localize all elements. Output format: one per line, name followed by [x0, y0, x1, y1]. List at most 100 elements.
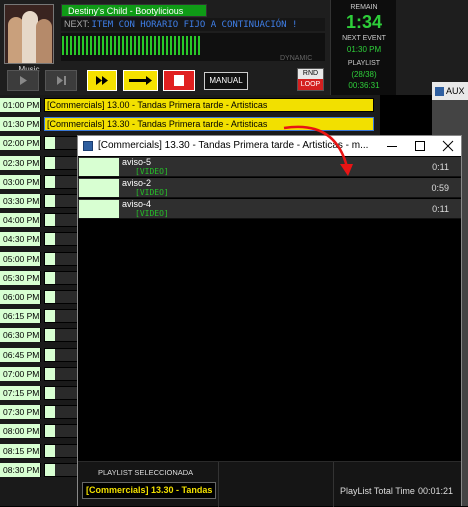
- schedule-time: 06:15 PM: [0, 309, 41, 324]
- next-item-line: NEXT: ITEM CON HORARIO FIJO A CONTINUACIÓ…: [61, 18, 325, 31]
- schedule-event[interactable]: [Commercials] 13.00 - Tandas Primera tar…: [44, 98, 374, 112]
- top-panel: Music Destiny's Child - Bootylicious NEX…: [0, 0, 468, 95]
- maximize-button[interactable]: [406, 136, 434, 156]
- event-marker: [45, 271, 55, 284]
- item-type: [VIDEO]: [135, 167, 169, 176]
- aux-tab[interactable]: AUX: [432, 82, 468, 100]
- event-marker: [45, 137, 55, 150]
- loop-label: LOOP: [298, 79, 323, 90]
- event-marker: [45, 156, 55, 169]
- stop-button[interactable]: [163, 70, 195, 91]
- vu-meter-bars: [62, 36, 202, 55]
- next-label: NEXT:: [64, 19, 90, 29]
- schedule-time: 01:00 PM: [0, 98, 41, 112]
- window-titlebar[interactable]: [Commercials] 13.30 - Tandas Primera tar…: [78, 136, 461, 156]
- schedule-time: 06:00 PM: [0, 290, 41, 304]
- event-marker: [45, 387, 55, 399]
- fade-arrow-icon: [129, 76, 152, 85]
- next-event-label: NEXT EVENT: [342, 35, 386, 42]
- item-thumbnail: [79, 179, 119, 197]
- remain-label: REMAIN: [350, 4, 378, 11]
- film-icon: [83, 141, 93, 151]
- manual-mode-button[interactable]: MANUAL: [204, 72, 248, 90]
- item-duration: 0:11: [432, 162, 449, 172]
- minimize-icon: [387, 146, 397, 147]
- schedule-time: 04:30 PM: [0, 232, 41, 247]
- playlist-selected-label: PLAYLIST SELECCIONADA: [98, 468, 194, 477]
- schedule-time: 01:30 PM: [0, 117, 41, 132]
- divider: [333, 462, 334, 507]
- schedule-time: 08:15 PM: [0, 443, 41, 458]
- aux-panel: [432, 100, 468, 135]
- divider: [218, 462, 219, 507]
- schedule-time: 05:00 PM: [0, 251, 41, 266]
- play-button[interactable]: [7, 70, 39, 91]
- remain-time: 1:34: [345, 12, 383, 32]
- event-marker: [45, 367, 55, 380]
- event-marker: [45, 406, 55, 419]
- schedule-time: 03:30 PM: [0, 194, 41, 208]
- playlist-item[interactable]: aviso-4 [VIDEO] 0:11: [78, 199, 461, 219]
- event-marker: [45, 233, 55, 246]
- next-event-time: 01:30 PM: [346, 45, 382, 54]
- item-name: aviso-5: [122, 157, 152, 167]
- schedule-time: 07:30 PM: [0, 405, 41, 420]
- playlist-item[interactable]: aviso-2 [VIDEO] 0:59: [78, 178, 461, 198]
- event-marker: [45, 291, 55, 303]
- schedule-time: 06:30 PM: [0, 328, 41, 343]
- item-name: aviso-4: [122, 199, 152, 209]
- schedule-time: 03:00 PM: [0, 174, 41, 189]
- event-marker: [45, 463, 55, 476]
- total-time-value: 00:01:21: [418, 486, 454, 496]
- close-button[interactable]: [434, 136, 462, 156]
- minimize-button[interactable]: [378, 136, 406, 156]
- event-marker: [45, 310, 55, 323]
- schedule-time: 04:00 PM: [0, 213, 41, 228]
- now-playing-title: Destiny's Child - Bootylicious: [61, 4, 207, 17]
- event-marker: [45, 252, 55, 265]
- album-cover: [4, 4, 54, 64]
- schedule-time: 02:00 PM: [0, 136, 41, 151]
- red-arrow-annotation: [283, 125, 353, 176]
- play-next-icon: [57, 76, 66, 85]
- event-marker: [45, 195, 55, 207]
- schedule-row[interactable]: 01:00 PM [Commercials] 13.00 - Tandas Pri…: [0, 98, 380, 112]
- item-type: [VIDEO]: [135, 188, 169, 197]
- schedule-time: 08:00 PM: [0, 424, 41, 439]
- status-panel: REMAIN 1:34 NEXT EVENT 01:30 PM PLAYLIST…: [330, 0, 396, 95]
- close-icon: [442, 140, 454, 152]
- film-icon: [435, 87, 444, 97]
- item-thumbnail: [79, 158, 119, 176]
- playlist-item[interactable]: aviso-5 [VIDEO] 0:11: [78, 157, 461, 177]
- stop-icon: [174, 75, 184, 86]
- event-marker: [45, 425, 55, 438]
- schedule-time: 07:15 PM: [0, 386, 41, 400]
- schedule-time: 06:45 PM: [0, 347, 41, 362]
- playlist-selected-field[interactable]: [Commercials] 13.30 - Tandas Primera tar…: [82, 482, 216, 499]
- window-footer: PLAYLIST SELECCIONADA [Commercials] 13.3…: [78, 461, 461, 507]
- next-value: ITEM CON HORARIO FIJO A CONTINUACIÓN !: [91, 20, 298, 30]
- playlist-window: [Commercials] 13.30 - Tandas Primera tar…: [77, 135, 462, 507]
- item-type: [VIDEO]: [135, 209, 169, 218]
- skip-button[interactable]: [87, 70, 117, 91]
- playlist-label: PLAYLIST: [347, 60, 381, 67]
- item-thumbnail: [79, 200, 119, 218]
- item-name: aviso-2: [122, 178, 152, 188]
- fade-next-button[interactable]: [123, 70, 158, 91]
- total-time-label: PlayList Total Time: [340, 486, 415, 496]
- play-next-button[interactable]: [45, 70, 77, 91]
- random-loop-button[interactable]: RND LOOP: [297, 68, 324, 91]
- aux-tab-label: AUX: [446, 86, 465, 96]
- playlist-count: (28/38): [351, 70, 377, 79]
- schedule-time: 02:30 PM: [0, 155, 41, 170]
- event-marker: [45, 348, 55, 361]
- event-marker: [45, 214, 55, 227]
- schedule-time: 07:00 PM: [0, 366, 41, 381]
- event-marker: [45, 444, 55, 457]
- playlist-time: 00:36:31: [348, 81, 380, 90]
- item-duration: 0:59: [431, 183, 449, 193]
- item-duration: 0:11: [432, 204, 449, 214]
- event-marker: [45, 329, 55, 342]
- maximize-icon: [415, 141, 425, 151]
- event-marker: [45, 175, 55, 188]
